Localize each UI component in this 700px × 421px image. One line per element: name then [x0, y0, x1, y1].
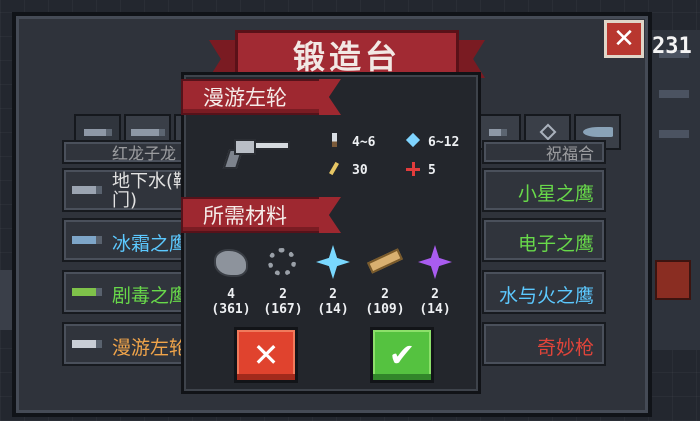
confirm-button[interactable]: ✔: [370, 327, 434, 383]
precision-value: 5: [428, 163, 436, 178]
weapon-name-ribbon: 漫游左轮: [181, 79, 321, 115]
close-icon: ✕: [613, 24, 635, 54]
weapon-name: 漫游左轮: [112, 337, 189, 359]
weapon-name: 祝福合: [545, 144, 594, 163]
crit-value: 30: [352, 163, 368, 178]
fish-icon: [582, 127, 613, 137]
list-item[interactable]: 电子之鹰: [482, 218, 606, 262]
gem-counter: 231: [652, 34, 692, 59]
cancel-button[interactable]: ✕: [234, 327, 298, 383]
weapon-name: 剧毒之鹰: [112, 285, 189, 307]
material-qty: 2 (14): [419, 287, 451, 317]
damage-value: 4~6: [352, 135, 376, 150]
precision-icon: [406, 162, 420, 176]
list-item[interactable]: 剧毒之鹰: [62, 270, 192, 314]
machine-red-part: [655, 260, 691, 300]
weapon-name: 冰霜之鹰: [112, 233, 189, 255]
weapon-name: 小星之鹰: [517, 183, 594, 205]
material-qty: 2 (14): [317, 287, 349, 317]
energy-value: 6~12: [428, 135, 460, 150]
damage-icon: [332, 133, 337, 147]
pistol-icon: [83, 128, 112, 136]
game-screen: 红龙子龙 地下水(靴 门) 冰霜之鹰 剧毒之鹰 漫游左轮 祝福合 小星之鹰 电子之…: [0, 0, 700, 421]
weapon-name: 奇妙枪: [536, 337, 594, 359]
list-item[interactable]: 漫游左轮: [62, 322, 192, 366]
list-item[interactable]: 小星之鹰: [482, 168, 606, 212]
list-item[interactable]: 水与火之鹰: [482, 270, 606, 314]
material-qty: 2 (167): [263, 287, 303, 317]
list-item[interactable]: 祝福合: [482, 140, 606, 164]
weapon-icon: [72, 340, 102, 348]
purple-crystal-icon: [418, 245, 452, 279]
weapon-icon: [72, 236, 102, 244]
list-item[interactable]: 冰霜之鹰: [62, 218, 192, 262]
revolver-icon: [222, 137, 290, 171]
rifle-icon: [130, 128, 165, 136]
material-qty: 2 (109): [365, 287, 405, 317]
weapon-name: 水与火之鹰: [498, 285, 594, 307]
ore-icon: [214, 249, 248, 277]
gear-icon: [268, 248, 296, 276]
machine-pipe: [659, 130, 689, 138]
weapon-icon: [72, 288, 102, 296]
machine-pipe: [659, 90, 689, 98]
materials-ribbon: 所需材料: [181, 197, 321, 233]
close-button[interactable]: ✕: [604, 20, 644, 58]
checkmark-icon: ✔: [388, 336, 416, 374]
bow-icon: [488, 128, 507, 136]
weapon-name: 地下水(靴 门): [112, 171, 192, 211]
energy-icon: [405, 132, 421, 148]
plank-icon: [367, 248, 403, 274]
background-barrel: [0, 270, 12, 330]
list-item[interactable]: 地下水(靴 门): [62, 168, 192, 212]
craft-popup: 漫游左轮 4~6 6~12 30 5 所需材料 4 (361) 2 (167) 2(…: [181, 72, 481, 394]
materials-heading: 所需材料: [203, 204, 287, 228]
weapon-name: 电子之鹰: [517, 233, 594, 255]
weapon-icon: [72, 186, 102, 194]
list-item[interactable]: 红龙子龙: [62, 140, 192, 164]
close-icon: ✕: [252, 336, 280, 374]
list-item[interactable]: 奇妙枪: [482, 322, 606, 366]
diamond-icon: [539, 123, 556, 141]
blue-crystal-icon: [316, 245, 350, 279]
material-qty: 4 (361): [211, 287, 251, 317]
crit-icon: [329, 161, 339, 176]
weapon-name-title: 漫游左轮: [203, 86, 287, 110]
weapon-name: 红龙子龙: [112, 144, 177, 163]
